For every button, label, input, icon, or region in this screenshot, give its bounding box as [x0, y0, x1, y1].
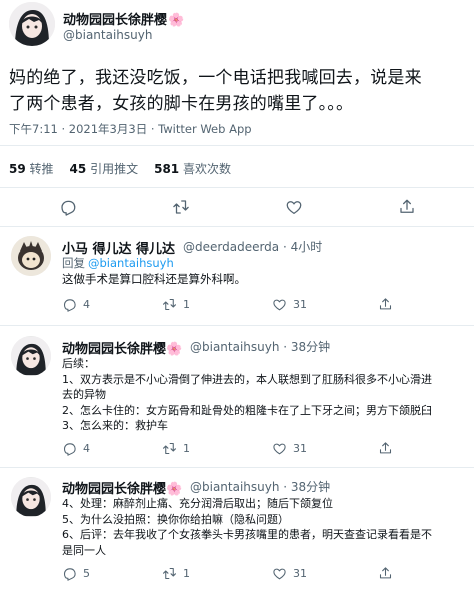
reply-to-handle-link[interactable]: @biantaihsuyh: [88, 256, 174, 270]
tweet-text: 妈的绝了，我还没吃饭，一个电话把我喊回去，说是来 了两个患者，女孩的脚卡在男孩的…: [9, 65, 422, 117]
reply-text: 这做手术是算口腔科还是算外科啊。: [62, 271, 246, 287]
share-button[interactable]: [378, 566, 393, 581]
like-icon[interactable]: [285, 198, 303, 216]
reply-button[interactable]: 4: [62, 297, 90, 312]
quotes-stat[interactable]: 45 引用推文: [70, 160, 139, 177]
like-count: 31: [293, 442, 307, 455]
avatar[interactable]: [9, 2, 55, 46]
retweet-button[interactable]: 1: [162, 297, 190, 312]
avatar[interactable]: [11, 336, 51, 376]
avatar[interactable]: [11, 477, 51, 517]
reply-button[interactable]: 5: [62, 566, 90, 581]
retweet-count: 1: [183, 442, 190, 455]
retweet-button[interactable]: 1: [162, 566, 190, 581]
tweet-meta[interactable]: 下午7:11 · 2021年3月3日 · Twitter Web App: [9, 121, 252, 137]
reply-icon[interactable]: [59, 198, 77, 216]
like-icon: [272, 297, 287, 312]
share-icon[interactable]: [398, 198, 416, 216]
author-name-text: 动物园园长徐胖樱: [62, 482, 167, 497]
divider: [0, 226, 474, 227]
reply-text-line: 是同一人: [62, 543, 106, 557]
quotes-label: 引用推文: [90, 162, 139, 176]
retweets-label: 转推: [29, 162, 54, 176]
reply-text-line: 5、为什么没拍照：换你你给拍嘛（隐私问题）: [62, 512, 289, 526]
divider: [0, 325, 474, 326]
divider: [0, 145, 474, 146]
author-handle[interactable]: @biantaihsuyh: [63, 28, 152, 42]
author-name-text: 动物园园长徐胖樱: [63, 13, 168, 28]
reply-text-line: 4、处理：麻醉剂止痛、充分润滑后取出；随后下颌复位: [62, 497, 333, 510]
author-handle[interactable]: @deerdadeerda · 4小时: [183, 238, 322, 255]
author-name-text: 动物园园长徐胖樱: [62, 342, 167, 357]
divider: [0, 467, 474, 468]
like-count: 31: [293, 567, 307, 580]
divider: [0, 187, 474, 188]
reply-count: 4: [83, 298, 90, 311]
reply-button[interactable]: 4: [62, 441, 90, 456]
likes-label: 喜欢次数: [182, 162, 231, 176]
reply-to-prefix: 回复: [62, 256, 85, 270]
cartoon-avatar-image: [11, 236, 51, 276]
retweets-stat[interactable]: 59 转推: [9, 160, 54, 177]
avatar[interactable]: [11, 236, 51, 276]
share-icon: [378, 441, 393, 456]
tweet-text-line: 妈的绝了，我还没吃饭，一个电话把我喊回去，说是来: [9, 68, 422, 88]
author-handle[interactable]: @biantaihsuyh · 38分钟: [190, 478, 330, 495]
retweet-count: 1: [183, 567, 190, 580]
anime-avatar-image: [11, 336, 51, 376]
anime-avatar-image: [11, 477, 51, 517]
author-name[interactable]: 动物园园长徐胖樱🌸: [63, 9, 184, 28]
share-icon: [378, 566, 393, 581]
reply-text-line: 1、双方表示是不小心滑倒了伸进去的，本人联想到了肛肠科很多不小心滑进: [62, 372, 432, 386]
author-name[interactable]: 动物园园长徐胖樱🌸: [62, 338, 182, 357]
share-icon: [378, 297, 393, 312]
reply-text-line: 这做手术是算口腔科还是算外科啊。: [62, 272, 246, 286]
reply-to-line: 回复 @biantaihsuyh: [62, 255, 174, 271]
reply-text-line: 后续：: [62, 357, 95, 370]
reply-text-line: 6、后评：去年我收了个女孩拳头卡男孩嘴里的患者，明天查查记录看看是不: [62, 528, 432, 541]
likes-count: 581: [154, 162, 180, 176]
reply-icon: [62, 441, 77, 456]
retweet-button[interactable]: 1: [162, 441, 190, 456]
author-handle[interactable]: @biantaihsuyh · 38分钟: [190, 338, 330, 355]
reply-icon: [62, 566, 77, 581]
reply-text: 4、处理：麻醉剂止痛、充分润滑后取出；随后下颌复位 5、为什么没拍照：换你你给拍…: [62, 496, 432, 558]
like-button[interactable]: 31: [272, 297, 307, 312]
reply-text-line: 2、怎么卡住的：女方跖骨和趾骨处的粗隆卡在了上下牙之间；男方下颌脱臼: [62, 403, 432, 417]
reply-count: 5: [83, 567, 90, 580]
likes-stat[interactable]: 581 喜欢次数: [154, 160, 231, 177]
tweet-text-line: 了两个患者，女孩的脚卡在男孩的嘴里了。。。: [9, 94, 354, 114]
tweet-stats: 59 转推 45 引用推文 581 喜欢次数: [9, 160, 231, 177]
reply-text-line: 去的异物: [62, 388, 106, 401]
retweet-icon: [162, 297, 177, 312]
retweet-icon: [162, 566, 177, 581]
retweet-icon[interactable]: [172, 198, 190, 216]
share-button[interactable]: [378, 297, 393, 312]
retweet-icon: [162, 441, 177, 456]
author-name[interactable]: 动物园园长徐胖樱🌸: [62, 478, 182, 497]
reply-text-line: 3、怎么来的：救护车: [62, 419, 168, 432]
quotes-count: 45: [69, 162, 87, 176]
like-button[interactable]: 31: [272, 441, 307, 456]
retweets-count: 59: [9, 162, 26, 176]
like-count: 31: [293, 298, 307, 311]
reply-icon: [62, 297, 77, 312]
like-button[interactable]: 31: [272, 566, 307, 581]
reply-text: 后续： 1、双方表示是不小心滑倒了伸进去的，本人联想到了肛肠科很多不小心滑进 去…: [62, 356, 432, 434]
like-icon: [272, 566, 287, 581]
like-icon: [272, 441, 287, 456]
retweet-count: 1: [183, 298, 190, 311]
flower-emoji: 🌸: [166, 482, 183, 497]
flower-emoji: 🌸: [168, 13, 185, 28]
share-button[interactable]: [378, 441, 393, 456]
reply-count: 4: [83, 442, 90, 455]
anime-avatar-image: [9, 2, 55, 46]
flower-emoji: 🌸: [166, 342, 183, 357]
